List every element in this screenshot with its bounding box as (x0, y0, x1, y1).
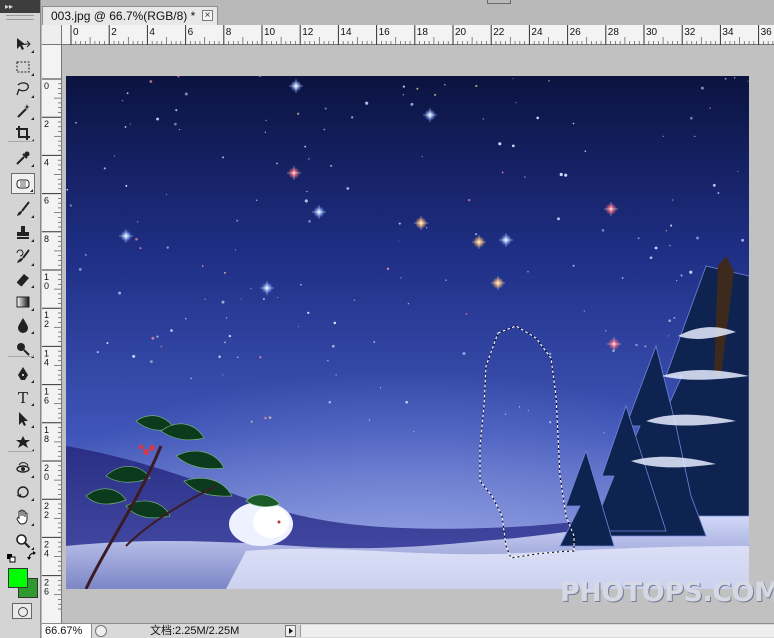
zoom-level-field[interactable]: 66.67% (42, 624, 92, 638)
type-tool-icon[interactable]: T (11, 386, 35, 407)
ruler-label: 26 (570, 27, 582, 38)
document-image[interactable] (66, 76, 749, 589)
ruler-label: 0 (44, 472, 49, 482)
ruler-label: 10 (264, 27, 276, 38)
ruler-label: 2 (44, 510, 49, 520)
status-clock-icon[interactable] (95, 625, 107, 637)
ruler-label: 36 (761, 27, 773, 38)
ruler-label: 2 (44, 319, 49, 329)
ruler-label: 4 (44, 157, 49, 167)
eyedropper-tool-icon[interactable] (11, 147, 35, 168)
crop-tool-icon[interactable] (11, 122, 35, 143)
ruler-label: 20 (455, 27, 467, 38)
close-icon[interactable]: × (202, 10, 213, 21)
ruler-label: 30 (646, 27, 658, 38)
custom-shape-tool-icon[interactable] (11, 432, 35, 453)
lasso-tool-icon[interactable] (11, 78, 35, 99)
ruler-label: 16 (379, 27, 391, 38)
horizontal-ruler[interactable]: 0 2 4 6 8 10 12 14 16 18 20 22 24 26 28 30 32 34 36 (62, 25, 774, 45)
document-size-info: 文档:2.25M/2.25M (150, 625, 240, 637)
default-colors-icon[interactable] (7, 551, 17, 563)
vertical-ruler[interactable]: 02468101214161820222426 (42, 45, 62, 623)
status-menu-arrow-icon[interactable] (285, 625, 296, 637)
path-selection-tool-icon[interactable] (11, 408, 35, 429)
gradient-tool-icon[interactable] (11, 291, 35, 312)
ruler-label: 24 (531, 27, 543, 38)
ruler-label: 4 (44, 548, 49, 558)
rectangular-marquee-tool-icon[interactable] (11, 56, 35, 77)
tools-panel-grip[interactable] (6, 15, 34, 20)
document-title: 003.jpg @ 66.7%(RGB/8) * (51, 9, 196, 23)
ruler-label: 12 (302, 27, 314, 38)
panel-dock-marker (487, 0, 511, 4)
clone-stamp-tool-icon[interactable] (11, 222, 35, 243)
move-tool-icon[interactable] (11, 33, 35, 54)
document-tab[interactable]: 003.jpg @ 66.7%(RGB/8) * × (42, 6, 218, 25)
watermark-text: PHOTOPS.COM (560, 577, 774, 608)
tool-group-separator (8, 451, 34, 452)
ruler-label: 18 (417, 27, 429, 38)
tool-group-separator (8, 356, 34, 357)
ruler-label: 32 (684, 27, 696, 38)
vertical-ruler-ticks: 02468101214161820222426 (42, 78, 61, 610)
ruler-label: 2 (111, 27, 117, 38)
canvas-area[interactable] (62, 45, 774, 623)
tool-group-separator (8, 141, 34, 142)
pen-tool-icon[interactable] (11, 363, 35, 384)
tools-panel-collapse[interactable]: ▸▸ (0, 0, 40, 13)
horizontal-ruler-ticks: 0 2 4 6 8 10 12 14 16 18 20 22 24 26 28 30 32 34 36 (70, 25, 774, 45)
ruler-label: 6 (44, 396, 49, 406)
ruler-label: 8 (44, 234, 49, 244)
magic-wand-tool-icon[interactable] (11, 100, 35, 121)
hand-tool-icon[interactable] (11, 506, 35, 527)
quick-mask-button[interactable] (12, 603, 32, 619)
ruler-label: 4 (149, 27, 155, 38)
ruler-label: 6 (44, 196, 49, 206)
brush-tool-icon[interactable] (11, 198, 35, 219)
ruler-label: 14 (340, 27, 352, 38)
ruler-label: 6 (44, 587, 49, 597)
ruler-label: 28 (608, 27, 620, 38)
ruler-label: 0 (44, 81, 49, 91)
night-snow-scene (66, 76, 749, 589)
ruler-label: 6 (188, 27, 194, 38)
ruler-label: 8 (44, 434, 49, 444)
horizontal-scrollbar[interactable] (300, 625, 774, 637)
ruler-label: 2 (44, 119, 49, 129)
3d-rotate-tool-icon[interactable] (11, 458, 35, 479)
status-bar: 66.67% 文档:2.25M/2.25M (42, 623, 774, 638)
healing-brush-tool-icon[interactable] (11, 173, 35, 194)
ruler-label: 34 (722, 27, 734, 38)
ruler-label: 0 (44, 281, 49, 291)
ruler-label: 0 (73, 27, 79, 38)
ruler-label: 22 (493, 27, 505, 38)
swap-colors-icon[interactable] (27, 551, 37, 561)
tools-panel: ▸▸ T (0, 0, 41, 638)
ruler-label: 4 (44, 357, 49, 367)
ruler-origin[interactable] (42, 25, 62, 45)
zoom-tool-icon[interactable] (11, 530, 35, 551)
3d-orbit-tool-icon[interactable] (11, 481, 35, 502)
history-brush-tool-icon[interactable] (11, 246, 35, 267)
eraser-tool-icon[interactable] (11, 268, 35, 289)
foreground-color-swatch[interactable] (8, 568, 28, 588)
blur-tool-icon[interactable] (11, 314, 35, 335)
svg-text:T: T (18, 389, 28, 406)
ruler-label: 8 (226, 27, 232, 38)
